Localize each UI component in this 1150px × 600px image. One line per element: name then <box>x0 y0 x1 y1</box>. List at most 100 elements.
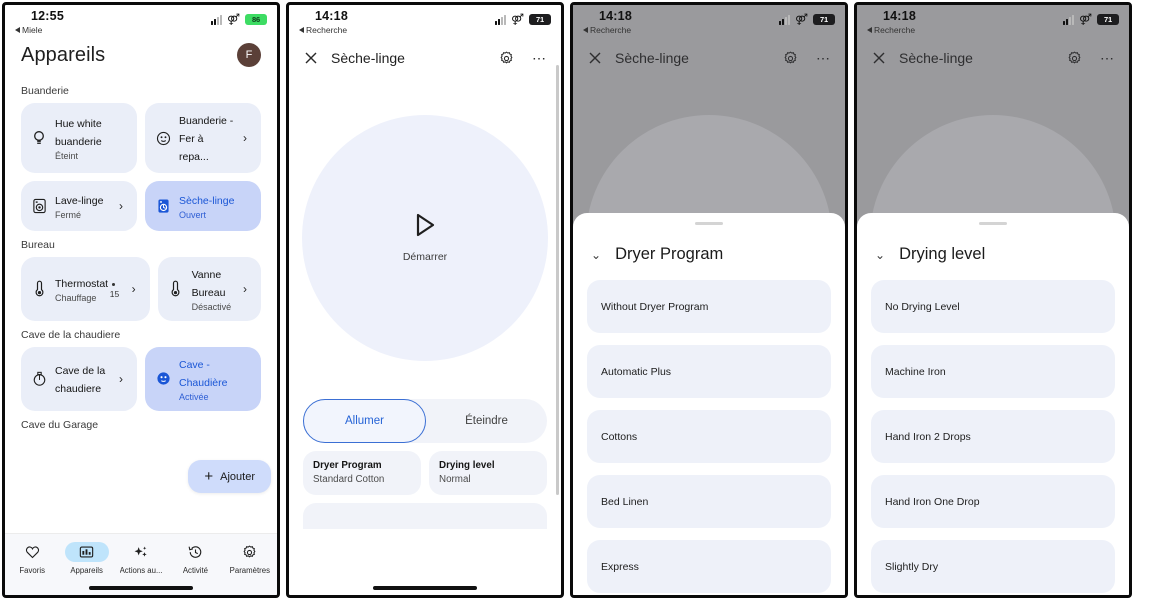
app-bar: Sèche-linge ⋯ <box>857 39 1129 73</box>
gear-icon[interactable] <box>1067 50 1082 66</box>
chevron-right-icon: › <box>119 199 123 213</box>
thermostat-icon <box>30 280 48 297</box>
more-icon[interactable]: ⋯ <box>532 50 547 67</box>
status-back-link[interactable]: Recherche <box>583 25 631 35</box>
battery-badge: 86 <box>245 14 267 25</box>
status-bar: 12:55 Miele ⚤ 86 <box>5 5 277 39</box>
status-back-link[interactable]: Recherche <box>299 25 347 35</box>
app-bar-title: Sèche-linge <box>615 50 689 66</box>
status-time: 14:18 <box>599 9 632 23</box>
status-time: 14:18 <box>883 9 916 23</box>
device-card-text: Thermostat Chauffage <box>55 274 108 304</box>
cellular-signal-icon <box>211 14 223 25</box>
tab-favoris[interactable]: Favoris <box>5 542 59 575</box>
gear-icon[interactable] <box>499 50 514 66</box>
avatar[interactable]: F <box>237 43 261 67</box>
cellular-signal-icon <box>495 14 507 25</box>
tile-value: Normal <box>439 474 471 485</box>
device-card-seche-linge[interactable]: Sèche-linge Ouvert <box>145 181 261 231</box>
tab-label: Paramètres <box>229 566 270 575</box>
device-card-cave-chaudiere-switch[interactable]: Cave - Chaudière Activée <box>145 346 261 411</box>
wifi-icon: ⚤ <box>1079 13 1092 26</box>
sheet-header[interactable]: ⌄ Drying level <box>857 225 1129 280</box>
close-icon[interactable] <box>871 50 887 66</box>
tile-drying-level[interactable]: Drying level Normal <box>429 451 547 495</box>
status-bar: 14:18 Recherche ⚤ 71 <box>289 5 561 39</box>
chevron-right-icon: › <box>131 281 136 296</box>
add-button[interactable]: + Ajouter <box>188 460 271 493</box>
outlet-icon <box>154 371 172 386</box>
add-button-label: Ajouter <box>220 470 255 483</box>
status-time: 12:55 <box>31 9 64 23</box>
status-indicators: ⚤ 71 <box>1063 14 1119 25</box>
tab-label: Activité <box>182 566 208 575</box>
sheet-header[interactable]: ⌄ Dryer Program <box>573 225 845 280</box>
status-indicators: ⚤ 71 <box>495 14 551 25</box>
scrollbar[interactable] <box>556 65 559 495</box>
status-back-label: Recherche <box>306 25 348 35</box>
device-grid-cave-chaudiere: Cave de la chaudiere › Cave - Chaudière … <box>5 346 277 411</box>
device-card-cave-de-la-chaudiere[interactable]: Cave de la chaudiere › <box>21 346 137 411</box>
status-back-label: Recherche <box>874 25 916 35</box>
page-header: Appareils F <box>5 39 277 77</box>
tab-parametres[interactable]: Paramètres <box>223 542 277 575</box>
app-bar-title: Sèche-linge <box>899 50 973 66</box>
more-icon[interactable]: ⋯ <box>816 50 831 67</box>
start-dial[interactable]: Démarrer <box>302 115 548 361</box>
close-icon[interactable] <box>303 50 319 66</box>
tile-title: Dryer Program <box>313 460 382 471</box>
option-item[interactable]: Hand Iron 2 Drops <box>871 410 1115 463</box>
tab-activite[interactable]: Activité <box>168 542 222 575</box>
status-time: 14:18 <box>315 9 348 23</box>
option-item[interactable]: Machine Iron <box>871 345 1115 398</box>
device-card-hue-white[interactable]: Hue white buanderie Éteint <box>21 103 137 173</box>
tab-actions-automatiques[interactable]: Actions au... <box>114 542 168 575</box>
device-grid-buanderie: Hue white buanderie Éteint Buanderie - F… <box>5 103 277 231</box>
wifi-icon: ⚤ <box>511 13 524 26</box>
back-triangle-icon <box>299 27 304 33</box>
status-back-link[interactable]: Miele <box>15 25 42 35</box>
device-card-lave-linge[interactable]: Lave-linge Fermé › <box>21 181 137 231</box>
option-item[interactable]: Bed Linen <box>587 475 831 528</box>
tile-partial-below[interactable] <box>303 503 547 529</box>
device-card-text: Vanne Bureau Désactivé <box>192 265 236 313</box>
screenshot-stage: 12:55 Miele ⚤ 86 Appareils F Buanderie H… <box>0 0 1150 600</box>
chevron-down-icon[interactable]: ⌄ <box>591 248 601 262</box>
option-item[interactable]: Hand Iron One Drop <box>871 475 1115 528</box>
option-item[interactable]: Slightly Dry <box>871 540 1115 593</box>
heart-icon <box>10 542 54 562</box>
device-card-text: Cave - Chaudière Activée <box>179 355 253 403</box>
option-item[interactable]: Express <box>587 540 831 593</box>
chevron-down-icon[interactable]: ⌄ <box>875 248 885 262</box>
home-indicator <box>373 586 477 590</box>
sheet-title: Dryer Program <box>615 245 724 263</box>
option-item[interactable]: No Drying Level <box>871 280 1115 333</box>
chevron-right-icon: › <box>243 131 247 145</box>
back-triangle-icon <box>867 27 872 33</box>
option-item[interactable]: Automatic Plus <box>587 345 831 398</box>
gear-icon[interactable] <box>783 50 798 66</box>
battery-badge: 71 <box>813 14 835 25</box>
tab-appareils[interactable]: Appareils <box>59 542 113 575</box>
device-card-vanne-bureau[interactable]: Vanne Bureau Désactivé › <box>157 257 261 321</box>
status-back-link[interactable]: Recherche <box>867 25 915 35</box>
device-card-text: Hue white buanderie Éteint <box>55 114 129 162</box>
phone-panel-drying-level-sheet: 14:18 Recherche ⚤ 71 Sèche-linge ⋯ ⌄ Dry… <box>854 2 1132 598</box>
close-icon[interactable] <box>587 50 603 66</box>
back-triangle-icon <box>15 27 20 33</box>
option-item[interactable]: Without Dryer Program <box>587 280 831 333</box>
power-off-button[interactable]: Éteindre <box>426 399 547 443</box>
device-card-text: Buanderie - Fer à repa... <box>179 111 236 165</box>
more-icon[interactable]: ⋯ <box>1100 50 1115 67</box>
device-card-fer-a-repasser[interactable]: Buanderie - Fer à repa... › <box>145 103 261 173</box>
option-item[interactable]: Cottons <box>587 410 831 463</box>
wifi-icon: ⚤ <box>227 13 240 26</box>
power-on-button[interactable]: Allumer <box>303 399 426 443</box>
phone-panel-devices: 12:55 Miele ⚤ 86 Appareils F Buanderie H… <box>2 2 280 598</box>
option-list: No Drying Level Machine Iron Hand Iron 2… <box>857 280 1129 593</box>
gear-icon <box>228 542 272 562</box>
tile-dryer-program[interactable]: Dryer Program Standard Cotton <box>303 451 421 495</box>
device-card-thermostat[interactable]: Thermostat Chauffage 15 › <box>21 257 150 321</box>
power-segmented-control: Allumer Éteindre <box>303 399 547 443</box>
section-label-bureau: Bureau <box>21 239 55 251</box>
